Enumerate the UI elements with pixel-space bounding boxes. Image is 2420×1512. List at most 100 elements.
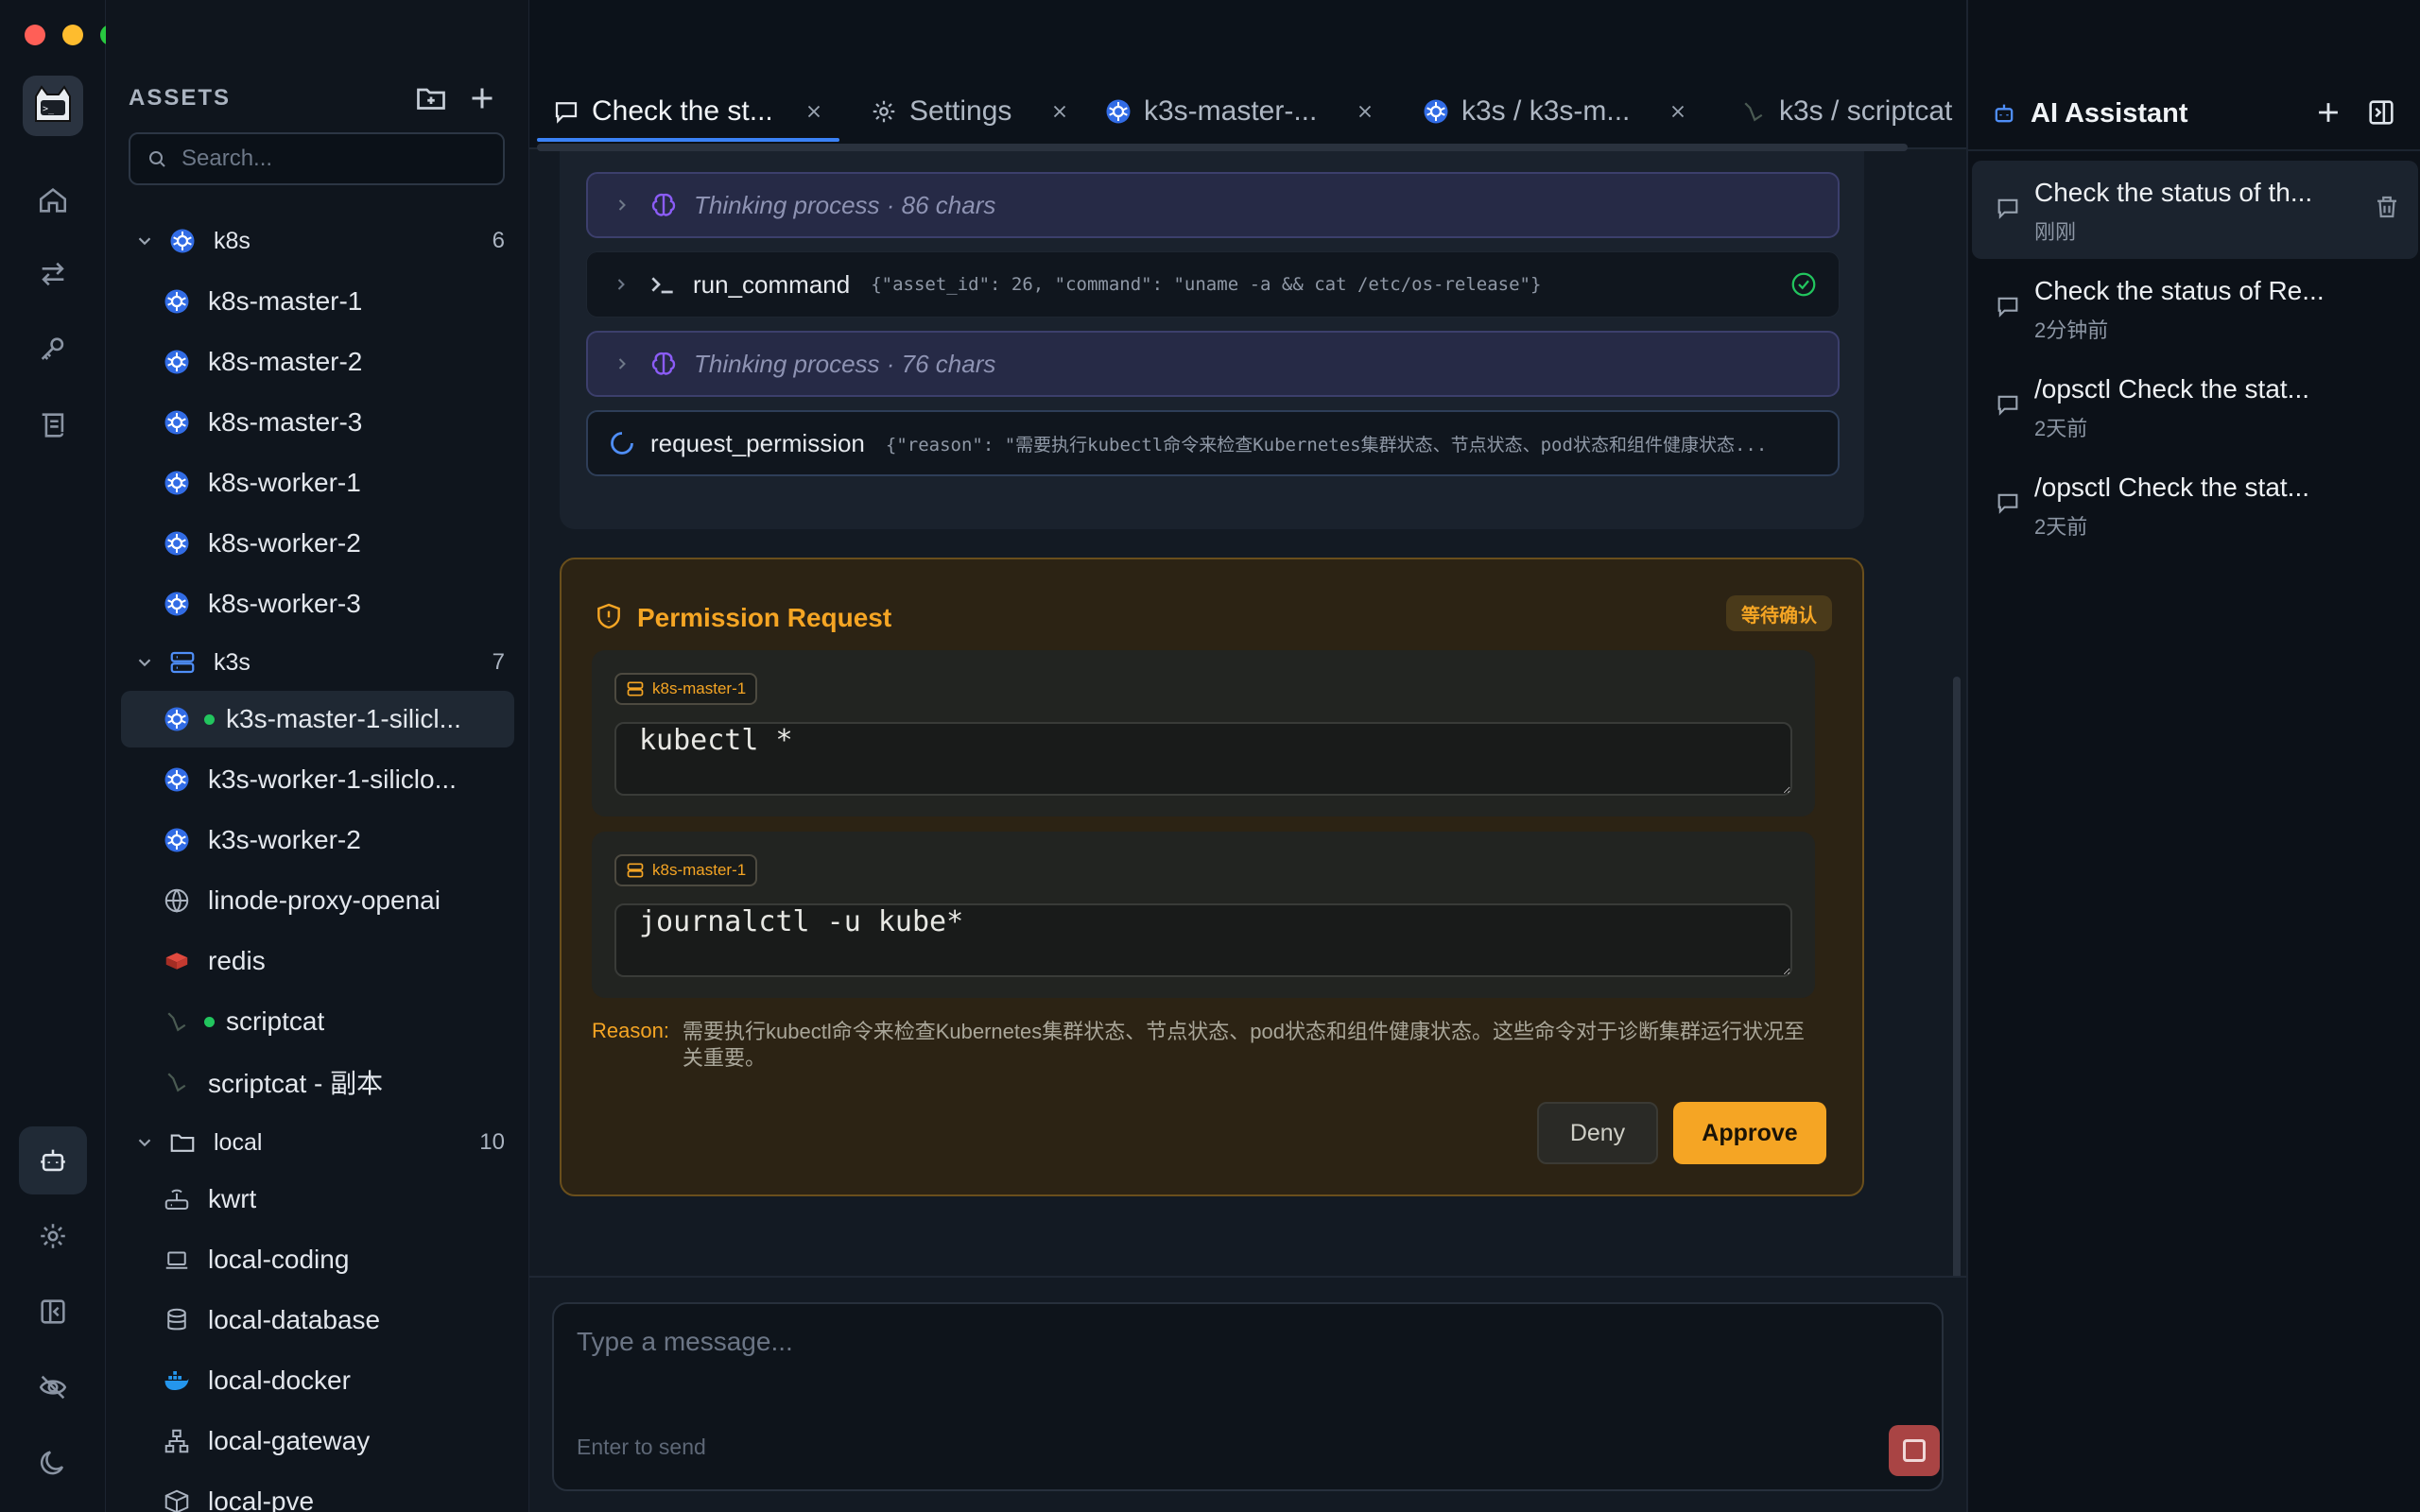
new-folder-icon[interactable] xyxy=(414,81,448,115)
app-logo: >_ xyxy=(23,76,83,136)
tab-k3s-master-files[interactable]: k3s / k3s-m... xyxy=(1422,81,1688,142)
asset-item[interactable]: k8s-master-2 xyxy=(121,334,514,390)
tab-k3s-scriptcat[interactable]: k3s / scriptcat xyxy=(1739,81,1952,142)
asset-chip: k8s-master-1 xyxy=(614,854,758,886)
thinking-step[interactable]: Thinking process · 86 chars xyxy=(586,172,1840,238)
close-icon[interactable] xyxy=(804,101,824,122)
conversation-item[interactable]: /opsctl Check the stat... 2天前 xyxy=(1972,455,2418,554)
tool-call-step[interactable]: run_command {"asset_id": 26, "command": … xyxy=(586,251,1840,318)
asset-item[interactable]: k3s-worker-2 xyxy=(121,812,514,868)
asset-item[interactable]: redis xyxy=(121,933,514,989)
conversation-item[interactable]: Check the status of Re... 2分钟前 xyxy=(1972,259,2418,357)
chevron-right-icon xyxy=(617,279,625,290)
tab-bar: Check the st... Settings k3s-master-... … xyxy=(529,0,1966,151)
group-k8s[interactable]: k8s 6 xyxy=(121,213,514,269)
scripts-nav-button[interactable] xyxy=(19,391,87,459)
svg-text:>_: >_ xyxy=(43,104,55,114)
asset-item[interactable]: linode-proxy-openai xyxy=(121,872,514,929)
asset-item[interactable]: k8s-worker-2 xyxy=(121,515,514,572)
tool-name: run_command xyxy=(693,269,851,299)
asset-search[interactable] xyxy=(129,132,505,185)
keys-nav-button[interactable] xyxy=(19,316,87,384)
add-asset-icon[interactable] xyxy=(465,81,499,115)
kubernetes-icon xyxy=(164,767,189,792)
shield-alert-icon xyxy=(597,603,620,629)
conversation-item[interactable]: /opsctl Check the stat... 2天前 xyxy=(1972,357,2418,455)
asset-chip-label: k8s-master-1 xyxy=(652,861,747,879)
tab-label: Check the st... xyxy=(592,95,773,127)
reason-label: Reason: xyxy=(592,1019,669,1042)
command-pattern-input[interactable]: kubectl * xyxy=(614,722,1792,796)
globe-icon xyxy=(164,888,189,913)
message-input[interactable] xyxy=(577,1327,1900,1383)
collapse-panel-icon[interactable] xyxy=(2365,96,2397,129)
gear-icon xyxy=(873,100,895,123)
asset-item-selected[interactable]: k3s-master-1-silicl... xyxy=(121,691,514,747)
asset-item[interactable]: local-pve xyxy=(121,1473,514,1512)
group-k3s[interactable]: k3s 7 xyxy=(121,634,514,691)
asset-item[interactable]: k8s-master-3 xyxy=(121,394,514,451)
new-conversation-icon[interactable] xyxy=(2312,96,2344,129)
asset-item[interactable]: kwrt xyxy=(121,1171,514,1228)
main-area: Check the st... Settings k3s-master-... … xyxy=(529,0,1966,1512)
asset-chip-label: k8s-master-1 xyxy=(652,679,747,697)
chat-scrollbar[interactable] xyxy=(1953,677,1961,1276)
conversation-time: 刚刚 xyxy=(2034,220,2077,244)
tab-settings[interactable]: Settings xyxy=(870,81,1070,142)
group-local[interactable]: local 10 xyxy=(121,1114,514,1171)
conversation-title: Check the status of th... xyxy=(2034,178,2313,207)
asset-label: k8s-worker-2 xyxy=(208,528,361,558)
asset-item[interactable]: local-coding xyxy=(121,1231,514,1288)
tab-k3s-master-terminal[interactable]: k3s-master-... xyxy=(1104,81,1375,142)
chat-messages: Thinking process · 86 chars run_command … xyxy=(529,151,1966,1276)
close-icon[interactable] xyxy=(1668,101,1688,122)
conversation-item[interactable]: Check the status of th... 刚刚 xyxy=(1972,161,2418,259)
window-close-button[interactable] xyxy=(25,25,45,45)
stop-icon xyxy=(1903,1439,1926,1462)
toggle-sidebar-button[interactable] xyxy=(19,1278,87,1346)
tab-scrollbar[interactable] xyxy=(537,144,1908,151)
asset-item[interactable]: local-database xyxy=(121,1292,514,1349)
thinking-label: Thinking process · 86 chars xyxy=(694,190,996,219)
asset-item[interactable]: local-gateway xyxy=(121,1413,514,1469)
tab-chat[interactable]: Check the st... xyxy=(552,81,824,142)
scroll-icon xyxy=(42,413,64,438)
settings-nav-button[interactable] xyxy=(19,1202,87,1270)
assets-sidebar: ASSETS k8s 6 k8s-master-1 k8s-master-2 k… xyxy=(106,0,529,1512)
asset-item[interactable]: scriptcat xyxy=(121,993,514,1050)
key-icon xyxy=(41,337,64,360)
asset-item[interactable]: k8s-worker-3 xyxy=(121,576,514,632)
pending-tool-step[interactable]: request_permission {"reason": "需要执行kubec… xyxy=(586,410,1840,476)
privacy-toggle-button[interactable] xyxy=(19,1353,87,1421)
deny-button[interactable]: Deny xyxy=(1537,1102,1658,1164)
home-nav-button[interactable] xyxy=(19,166,87,234)
search-input[interactable] xyxy=(182,146,484,172)
theme-toggle-button[interactable] xyxy=(19,1429,87,1497)
trash-icon[interactable] xyxy=(2373,193,2401,221)
message-square-icon xyxy=(1997,493,2018,514)
stop-generation-button[interactable] xyxy=(1889,1425,1940,1476)
window-minimize-button[interactable] xyxy=(62,25,83,45)
close-icon[interactable] xyxy=(1049,101,1070,122)
asset-item[interactable]: local-docker xyxy=(121,1352,514,1409)
asset-label: kwrt xyxy=(208,1184,257,1213)
brain-icon xyxy=(651,193,676,216)
asset-item[interactable]: scriptcat - 副本 xyxy=(121,1054,514,1110)
asset-item[interactable]: k8s-worker-1 xyxy=(121,455,514,511)
asset-item[interactable]: k3s-worker-1-siliclo... xyxy=(121,751,514,808)
kubernetes-icon xyxy=(170,229,195,253)
chevron-down-icon xyxy=(138,1139,151,1147)
asset-item[interactable]: k8s-master-1 xyxy=(121,273,514,330)
scriptcat-icon xyxy=(167,1012,186,1032)
gear-icon xyxy=(41,1224,65,1248)
ai-assistant-nav-button[interactable] xyxy=(19,1126,87,1194)
command-pattern-input[interactable]: journalctl -u kube* xyxy=(614,903,1792,977)
close-icon[interactable] xyxy=(1355,101,1375,122)
thinking-step[interactable]: Thinking process · 76 chars xyxy=(586,331,1840,397)
tool-args: {"reason": "需要执行kubectl命令来检查Kubernetes集群… xyxy=(885,434,1768,455)
transfer-nav-button[interactable] xyxy=(19,240,87,308)
tool-name: request_permission xyxy=(650,428,865,457)
approve-button[interactable]: Approve xyxy=(1673,1102,1826,1164)
bot-icon xyxy=(1995,104,2014,123)
brain-icon xyxy=(651,352,676,375)
